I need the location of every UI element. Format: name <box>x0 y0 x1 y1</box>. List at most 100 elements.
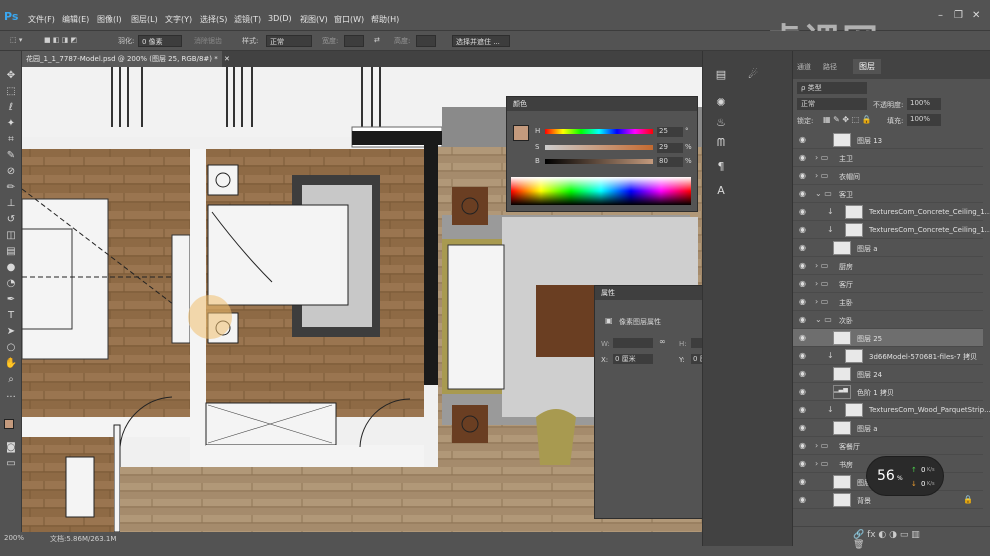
tool-presets-icon[interactable]: ☄ <box>739 65 767 85</box>
gradient-tool-icon[interactable]: ▤ <box>4 245 18 259</box>
folder-icon[interactable]: › ▭ <box>815 153 828 162</box>
visibility-eye-icon[interactable]: ◉ <box>799 369 806 378</box>
visibility-eye-icon[interactable]: ◉ <box>799 333 806 342</box>
opacity-input[interactable]: 100% <box>907 98 941 110</box>
marquee-tool-icon[interactable]: ⬚ <box>4 85 18 99</box>
folder-icon[interactable]: › ▭ <box>815 279 828 288</box>
b-value-input[interactable]: 80 <box>657 157 683 167</box>
folder-icon[interactable]: ⌄ ▭ <box>815 189 832 198</box>
select-and-mask-button[interactable]: 选择并遮住 ... <box>452 35 510 47</box>
visibility-eye-icon[interactable]: ◉ <box>799 297 806 306</box>
shape-tool-icon[interactable]: ○ <box>4 341 18 355</box>
minimize-icon[interactable]: – <box>938 10 943 21</box>
visibility-eye-icon[interactable]: ◉ <box>799 189 806 198</box>
hue-slider[interactable] <box>545 129 653 134</box>
layer-bottom-toolbar[interactable]: 🔗 fx ◐ ◑ ▭ ▥ 🗑 <box>793 526 990 550</box>
menu-window[interactable]: 窗口(W) <box>334 14 364 25</box>
layer-row[interactable]: ◉ ↓ TexturesCom_Wood_ParquetStrip... <box>793 401 990 419</box>
visibility-eye-icon[interactable]: ◉ <box>799 441 806 450</box>
menu-layer[interactable]: 图层(L) <box>131 14 158 25</box>
layer-row[interactable]: ◉ 图层 a <box>793 419 983 437</box>
layer-row[interactable]: ◉ ▁▃▅ 色阶 1 拷贝 <box>793 383 983 401</box>
menu-select[interactable]: 选择(S) <box>200 14 227 25</box>
visibility-eye-icon[interactable]: ◉ <box>799 423 806 432</box>
layer-row[interactable]: ◉ ⌄ ▭ 客卫 <box>793 185 983 203</box>
folder-icon[interactable]: › ▭ <box>815 441 828 450</box>
menu-help[interactable]: 帮助(H) <box>371 14 399 25</box>
tab-channels[interactable]: 通道 <box>797 62 811 72</box>
zoom-tool-icon[interactable]: ⌕ <box>4 373 18 387</box>
style-select[interactable]: 正常 <box>266 35 312 47</box>
blend-mode-select[interactable]: 正常 <box>797 98 867 110</box>
layer-row[interactable]: ◉ › ▭ 客厅 <box>793 275 983 293</box>
layer-row[interactable]: ◉ ↓ 3d66Model-570681-files-7 拷贝 <box>793 347 983 365</box>
healing-brush-icon[interactable]: ⊘ <box>4 165 18 179</box>
restore-icon[interactable]: ❐ <box>954 10 963 21</box>
folder-icon[interactable]: › ▭ <box>815 297 828 306</box>
marquee-tool-icon[interactable]: ⬚ ▾ <box>10 36 22 44</box>
w-input[interactable] <box>613 338 653 348</box>
document-tab[interactable]: 花园_1_1_7787-Model.psd @ 200% (图层 25, RGB… <box>22 51 230 67</box>
menu-type[interactable]: 文字(Y) <box>165 14 192 25</box>
tab-paths[interactable]: 路径 <box>823 62 837 72</box>
zoom-level[interactable]: 200% <box>4 534 24 542</box>
width-input[interactable] <box>344 35 364 47</box>
dodge-tool-icon[interactable]: ◔ <box>4 277 18 291</box>
fill-input[interactable]: 100% <box>907 114 941 126</box>
h-value-input[interactable]: 25 <box>657 127 683 137</box>
layer-row[interactable]: ◉ › ▭ 主卫 <box>793 149 983 167</box>
layer-row[interactable]: ◉ › ▭ 衣帽间 <box>793 167 983 185</box>
lasso-tool-icon[interactable]: ℓ <box>4 101 18 115</box>
brightness-slider[interactable] <box>545 159 653 164</box>
path-select-icon[interactable]: ➤ <box>4 325 18 339</box>
folder-icon[interactable]: › ▭ <box>815 261 828 270</box>
folder-icon[interactable]: ⌄ ▭ <box>815 315 832 324</box>
visibility-eye-icon[interactable]: ◉ <box>799 495 806 504</box>
visibility-eye-icon[interactable]: ◉ <box>799 171 806 180</box>
visibility-eye-icon[interactable]: ◉ <box>799 459 806 468</box>
menu-filter[interactable]: 滤镜(T) <box>234 14 261 25</box>
close-tab-icon[interactable]: ✕ <box>224 55 230 63</box>
layer-row[interactable]: ◉ › ▭ 客餐厅 <box>793 437 983 455</box>
visibility-eye-icon[interactable]: ◉ <box>799 405 806 414</box>
feather-input[interactable]: 0 像素 <box>138 35 182 47</box>
layer-row[interactable]: ◉ ↓ TexturesCom_Concrete_Ceiling_1... <box>793 221 990 239</box>
layer-filter-select[interactable]: ρ 类型 <box>797 82 867 94</box>
visibility-eye-icon[interactable]: ◉ <box>799 243 806 252</box>
layer-row[interactable]: ◉ ↓ TexturesCom_Concrete_Ceiling_1... <box>793 203 990 221</box>
menu-edit[interactable]: 编辑(E) <box>62 14 89 25</box>
visibility-eye-icon[interactable]: ◉ <box>799 477 806 486</box>
more-tools-icon[interactable]: ··· <box>4 391 18 405</box>
visibility-eye-icon[interactable]: ◉ <box>799 315 806 324</box>
color-spectrum[interactable] <box>511 177 691 205</box>
selection-mode-icons[interactable]: ■ ◧ ◨ ◩ <box>44 36 77 44</box>
quick-mask-icon[interactable]: ◙ <box>4 441 18 455</box>
layer-row[interactable]: ◉ › ▭ 主卧 <box>793 293 983 311</box>
layer-row[interactable]: ◉ 图层 25 <box>793 329 983 347</box>
pen-tool-icon[interactable]: ✒ <box>4 293 18 307</box>
menu-image[interactable]: 图像(I) <box>97 14 122 25</box>
eyedropper-icon[interactable]: ✎ <box>4 149 18 163</box>
antialias-checkbox[interactable]: 消除锯齿 <box>194 36 222 46</box>
height-input[interactable] <box>416 35 436 47</box>
x-input[interactable]: 0 厘米 <box>613 354 653 364</box>
layer-row[interactable]: ◉ 图层 24 <box>793 365 983 383</box>
link-icon[interactable]: ∞ <box>659 337 666 346</box>
adjustments-icon[interactable]: ✺ <box>707 93 735 113</box>
brushes-icon[interactable]: ♨ <box>707 113 735 133</box>
menu-3d[interactable]: 3D(D) <box>268 14 292 23</box>
tab-layers[interactable]: 图层 <box>853 59 881 74</box>
character-icon[interactable]: A <box>707 181 735 201</box>
blur-tool-icon[interactable]: ● <box>4 261 18 275</box>
foreground-color-swatch[interactable] <box>4 419 14 429</box>
visibility-eye-icon[interactable]: ◉ <box>799 261 806 270</box>
close-icon[interactable]: ✕ <box>972 10 980 21</box>
paragraph-icon[interactable]: ¶ <box>707 157 735 177</box>
brush-tool-icon[interactable]: ✏ <box>4 181 18 195</box>
s-value-input[interactable]: 29 <box>657 143 683 153</box>
visibility-eye-icon[interactable]: ◉ <box>799 279 806 288</box>
styles-icon[interactable]: ᗰ <box>707 133 735 153</box>
menu-view[interactable]: 视图(V) <box>300 14 328 25</box>
visibility-eye-icon[interactable]: ◉ <box>799 387 806 396</box>
type-tool-icon[interactable]: T <box>4 309 18 323</box>
